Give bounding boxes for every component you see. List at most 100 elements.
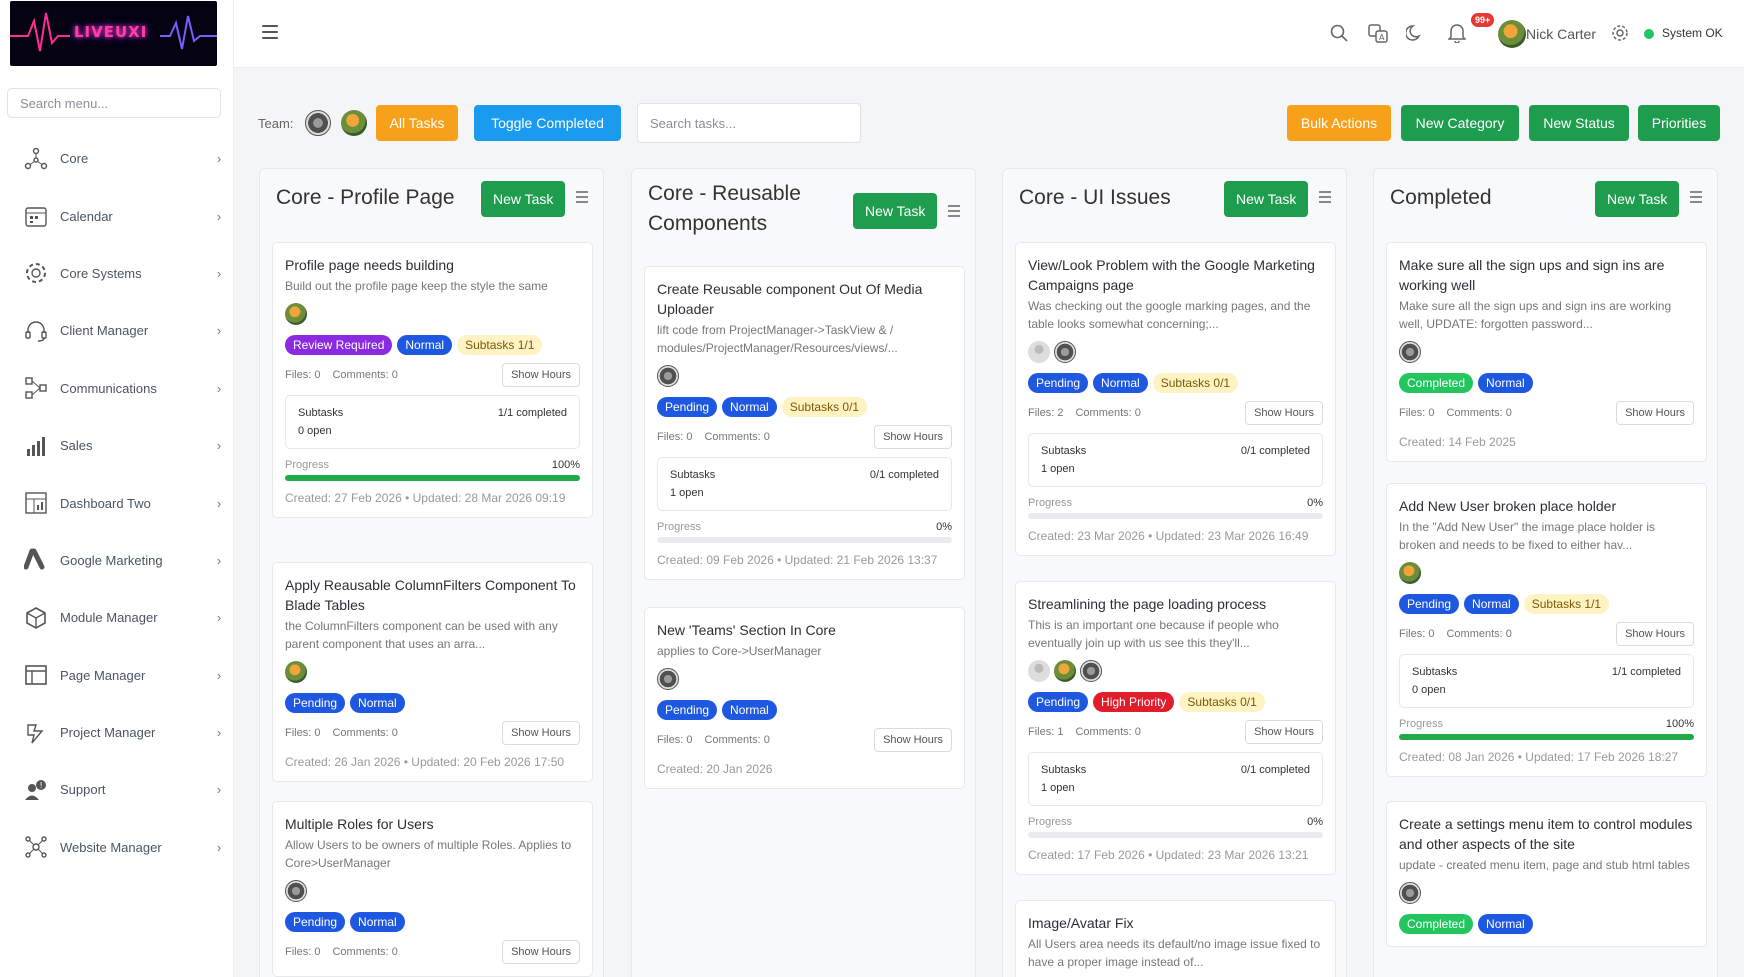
task-card[interactable]: New 'Teams' Section In Core applies to Co… <box>644 607 965 789</box>
show-hours-button[interactable]: Show Hours <box>874 425 952 449</box>
subtasks-box[interactable]: Subtasks 1/1 completed 0 open <box>1399 654 1694 708</box>
task-title[interactable]: View/Look Problem with the Google Market… <box>1028 255 1323 295</box>
assignee-avatar[interactable] <box>1080 660 1102 682</box>
task-card[interactable]: Create Reusable component Out Of Media U… <box>644 266 965 580</box>
task-title[interactable]: Add New User broken place holder <box>1399 496 1694 516</box>
new-task-button[interactable]: New Task <box>1595 181 1680 217</box>
task-title[interactable]: Image/Avatar Fix <box>1028 913 1323 933</box>
task-title[interactable]: Create Reusable component Out Of Media U… <box>657 279 952 319</box>
subtasks-box[interactable]: Subtasks 0/1 completed 1 open <box>1028 433 1323 487</box>
chevron-right-icon: › <box>216 151 222 167</box>
task-card[interactable]: Make sure all the sign ups and sign ins … <box>1386 242 1707 462</box>
assignee-avatar[interactable] <box>657 365 679 387</box>
task-title[interactable]: Make sure all the sign ups and sign ins … <box>1399 255 1694 295</box>
progress-bar <box>657 537 952 543</box>
show-hours-button[interactable]: Show Hours <box>502 363 580 387</box>
assignee-avatar[interactable] <box>1399 562 1421 584</box>
task-title[interactable]: Profile page needs building <box>285 255 580 275</box>
show-hours-button[interactable]: Show Hours <box>874 728 952 752</box>
sidebar-item-communications[interactable]: Communications › <box>0 360 234 417</box>
system-status-dot <box>1644 29 1654 39</box>
dark-mode-moon-icon[interactable] <box>1404 22 1426 44</box>
search-icon[interactable] <box>1328 22 1350 44</box>
sidebar-item-core-systems[interactable]: Core Systems › <box>0 245 234 302</box>
task-title[interactable]: Create a settings menu item to control m… <box>1399 814 1694 854</box>
team-member-avatar[interactable] <box>341 110 367 136</box>
assignee-avatar[interactable] <box>1399 341 1421 363</box>
settings-gear-icon[interactable] <box>1609 22 1631 44</box>
user-name[interactable]: Nick Carter <box>1526 26 1596 42</box>
task-title[interactable]: Streamlining the page loading process <box>1028 594 1323 614</box>
assignee-avatar[interactable] <box>657 668 679 690</box>
task-card[interactable]: Profile page needs building Build out the… <box>272 242 593 518</box>
priorities-button[interactable]: Priorities <box>1638 105 1720 141</box>
show-hours-button[interactable]: Show Hours <box>502 721 580 745</box>
task-card[interactable]: Add New User broken place holder In the "… <box>1386 483 1707 777</box>
new-task-button[interactable]: New Task <box>853 193 938 229</box>
assignee-avatar[interactable] <box>1054 660 1076 682</box>
sidebar-item-project-manager[interactable]: Project Manager › <box>0 704 234 761</box>
assignee-avatar[interactable] <box>285 880 307 902</box>
show-hours-button[interactable]: Show Hours <box>1616 401 1694 425</box>
task-meta: Files: 1 Comments: 0 Show Hours <box>1028 720 1323 744</box>
translate-icon[interactable]: A <box>1367 22 1389 44</box>
sidebar-item-support[interactable]: ! Support › <box>0 761 234 818</box>
column-menu-icon[interactable] <box>1690 191 1702 206</box>
show-hours-button[interactable]: Show Hours <box>502 940 580 964</box>
task-card[interactable]: Apply Reausable ColumnFilters Component … <box>272 562 593 782</box>
task-description: Allow Users to be owners of multiple Rol… <box>285 838 572 870</box>
task-card[interactable]: Create a settings menu item to control m… <box>1386 801 1707 947</box>
column-menu-icon[interactable] <box>948 205 960 220</box>
team-member-avatar[interactable] <box>305 110 331 136</box>
sidebar-item-client-manager[interactable]: Client Manager › <box>0 302 234 359</box>
task-search-input[interactable] <box>637 103 861 143</box>
assignee-avatar[interactable] <box>285 303 307 325</box>
sidebar-search-input[interactable] <box>7 88 221 118</box>
subtasks-box[interactable]: Subtasks 1/1 completed 0 open <box>285 395 580 449</box>
assignee-avatar[interactable] <box>1028 341 1050 363</box>
progress-label: Progress <box>1028 816 1073 828</box>
column-menu-icon[interactable] <box>1319 191 1331 206</box>
bulk-actions-button[interactable]: Bulk Actions <box>1287 105 1391 141</box>
sidebar-item-page-manager[interactable]: Page Manager › <box>0 647 234 704</box>
team-label: Team: <box>258 116 294 131</box>
assignee-avatar[interactable] <box>1028 660 1050 682</box>
toggle-completed-button[interactable]: Toggle Completed <box>474 105 621 141</box>
new-task-button[interactable]: New Task <box>481 181 566 217</box>
progress-label: Progress <box>1399 718 1444 730</box>
task-card[interactable]: Streamlining the page loading process Thi… <box>1015 581 1336 875</box>
new-status-button[interactable]: New Status <box>1529 105 1629 141</box>
sidebar-item-core[interactable]: Core › <box>0 130 234 187</box>
user-avatar[interactable] <box>1498 20 1526 48</box>
task-card[interactable]: Image/Avatar Fix All Users area needs its… <box>1015 900 1336 977</box>
assignee-avatar[interactable] <box>1054 341 1076 363</box>
subtasks-box[interactable]: Subtasks 0/1 completed 1 open <box>657 457 952 511</box>
sidebar-item-calendar[interactable]: Calendar › <box>0 187 234 244</box>
task-title[interactable]: Multiple Roles for Users <box>285 814 580 834</box>
sidebar-item-website-manager[interactable]: Website Manager › <box>0 819 234 876</box>
task-title[interactable]: Apply Reausable ColumnFilters Component … <box>285 575 580 615</box>
task-card[interactable]: View/Look Problem with the Google Market… <box>1015 242 1336 556</box>
sidebar-item-google-marketing[interactable]: Google Marketing › <box>0 532 234 589</box>
assignee-avatars <box>285 880 580 904</box>
subtasks-box[interactable]: Subtasks 0/1 completed 1 open <box>1028 752 1323 806</box>
sidebar-item-dashboard-two[interactable]: Dashboard Two › <box>0 474 234 531</box>
notification-bell-icon[interactable] <box>1446 22 1468 44</box>
all-tasks-button[interactable]: All Tasks <box>376 105 458 141</box>
show-hours-button[interactable]: Show Hours <box>1245 401 1323 425</box>
show-hours-button[interactable]: Show Hours <box>1616 622 1694 646</box>
sidebar-item-module-manager[interactable]: Module Manager › <box>0 589 234 646</box>
task-card[interactable]: Multiple Roles for Users Allow Users to b… <box>272 801 593 977</box>
new-category-button[interactable]: New Category <box>1401 105 1519 141</box>
sidebar-item-sales[interactable]: Sales › <box>0 417 234 474</box>
new-task-button[interactable]: New Task <box>1224 181 1309 217</box>
app-logo[interactable]: LIVEUXI <box>10 1 217 66</box>
menu-toggle-icon[interactable] <box>262 25 278 39</box>
assignee-avatar[interactable] <box>1399 882 1421 904</box>
column-menu-icon[interactable] <box>576 191 588 206</box>
sidebar-item-label: Communications <box>60 380 157 396</box>
progress-bar <box>1399 734 1694 740</box>
show-hours-button[interactable]: Show Hours <box>1245 720 1323 744</box>
assignee-avatar[interactable] <box>285 661 307 683</box>
task-title[interactable]: New 'Teams' Section In Core <box>657 620 952 640</box>
